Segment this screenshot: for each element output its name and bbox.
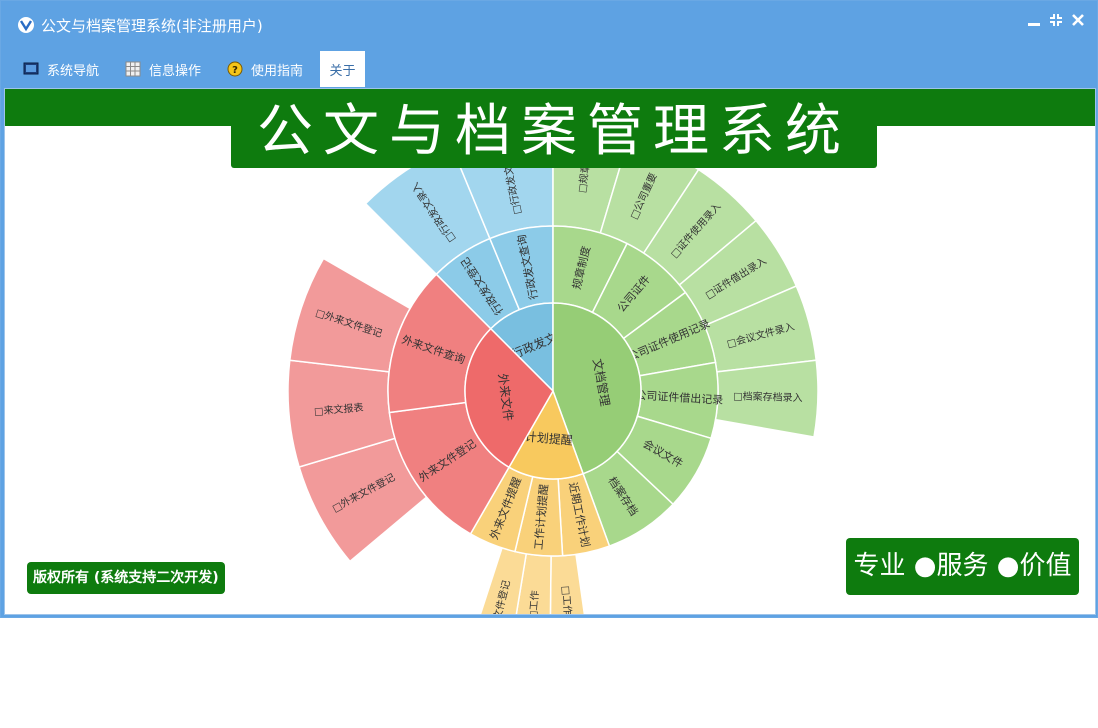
outer-slice[interactable]: □工作计: [549, 553, 590, 615]
menu-guide[interactable]: ? 使用指南: [221, 51, 309, 87]
restore-icon: [1050, 14, 1062, 26]
system-title-banner: 公文与档案管理系统: [231, 96, 877, 168]
outer-slice[interactable]: □档案存档录入: [714, 359, 819, 438]
menu-system-nav[interactable]: 系统导航: [17, 51, 105, 87]
slogan-badge: 专业 ●服务 ●价值: [846, 538, 1079, 595]
window-title: 公文与档案管理系统(非注册用户): [41, 17, 263, 35]
title-bar: 公文与档案管理系统(非注册用户): [1, 1, 1098, 49]
menu-label: 信息操作: [149, 63, 202, 79]
help-icon: ?: [227, 61, 243, 77]
app-window: 公文与档案管理系统(非注册用户) 系统导航 信息操作 ? 使用指南 关于 □行政…: [0, 0, 1098, 618]
menu-info-ops[interactable]: 信息操作: [119, 51, 207, 87]
restore-button[interactable]: [1047, 13, 1065, 31]
monitor-icon: [23, 62, 39, 75]
main-content: □行政发文录入 □行政发文报表 □规章 □公司重要 □证件使用录入 □证件借出录入 □会议文…: [4, 88, 1096, 615]
copyright-badge: 版权所有 (系统支持二次开发): [27, 562, 225, 594]
menu-bar: 系统导航 信息操作 ? 使用指南 关于: [1, 51, 1098, 87]
svg-text:?: ?: [232, 65, 238, 76]
minimize-button[interactable]: [1025, 13, 1043, 31]
grid-icon: [125, 61, 141, 77]
app-logo-icon: [18, 17, 34, 33]
menu-label: 使用指南: [251, 63, 304, 79]
close-button[interactable]: [1069, 13, 1087, 31]
menu-label: 关于: [329, 63, 356, 79]
menu-label: 系统导航: [47, 63, 100, 79]
menu-about[interactable]: 关于: [320, 51, 365, 87]
minimize-icon: [1028, 23, 1040, 26]
close-icon: [1072, 14, 1084, 26]
outer-slice[interactable]: 文件登记: [471, 546, 528, 615]
